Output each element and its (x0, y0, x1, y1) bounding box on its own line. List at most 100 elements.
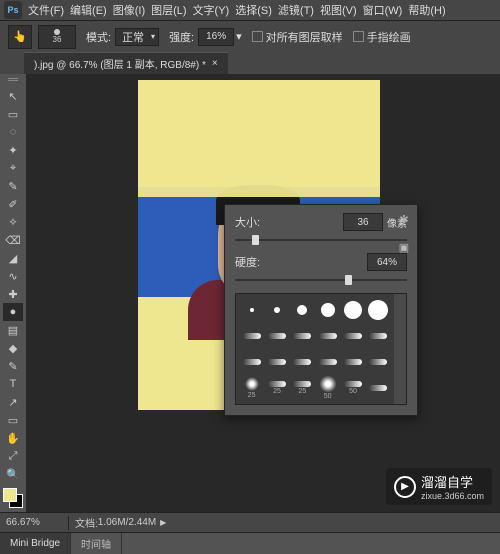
tool-5[interactable]: ✎ (3, 177, 23, 195)
finger-paint-label: 手指绘画 (367, 29, 411, 45)
tool-6[interactable]: ✐ (3, 195, 23, 213)
tool-4[interactable]: ⌖ (3, 159, 23, 177)
watermark-title: 溜溜自学 (421, 472, 484, 491)
brush-preset[interactable] (240, 350, 263, 374)
brush-preset[interactable] (367, 324, 390, 348)
current-tool-icon[interactable]: 👆 (8, 25, 32, 49)
tool-16[interactable]: T (3, 375, 23, 393)
canvas-area[interactable]: ✻ ▣ 大小: 像素 硬度: 2525255050 (26, 74, 500, 512)
brush-preset-picker[interactable]: 36 (38, 25, 76, 49)
brush-preset[interactable] (240, 324, 263, 348)
size-input[interactable] (343, 213, 383, 231)
menu-type[interactable]: 文字(Y) (193, 2, 230, 18)
preset-scrollbar[interactable] (394, 294, 406, 404)
status-bar: 66.67% 文档: 1.06M/2.44M ▶ (0, 512, 500, 532)
brush-preset[interactable] (265, 298, 288, 322)
brush-size-chip: 36 (53, 35, 62, 44)
menu-edit[interactable]: 编辑(E) (70, 2, 107, 18)
brush-preset[interactable]: 50 (341, 376, 364, 400)
brush-preset[interactable] (316, 350, 339, 374)
tool-9[interactable]: ◢ (3, 249, 23, 267)
size-slider[interactable] (235, 235, 407, 245)
toolbox: ↖▭◌✦⌖✎✐⟡⌫◢∿✚●▤◆✎T↗▭✋⤢🔍 (0, 74, 26, 512)
brush-preset[interactable] (367, 298, 390, 322)
brush-preset[interactable] (291, 350, 314, 374)
menu-help[interactable]: 帮助(H) (408, 2, 445, 18)
tool-21[interactable]: 🔍 (3, 465, 23, 483)
hardness-slider[interactable] (235, 275, 407, 285)
tool-3[interactable]: ✦ (3, 141, 23, 159)
mode-label: 模式: (86, 29, 111, 45)
finger-paint-checkbox[interactable] (353, 31, 364, 42)
tool-0[interactable]: ↖ (3, 87, 23, 105)
menu-bar: Ps 文件(F) 编辑(E) 图像(I) 图层(L) 文字(Y) 选择(S) 滤… (0, 0, 500, 20)
strength-input[interactable] (198, 28, 234, 46)
tool-8[interactable]: ⌫ (3, 231, 23, 249)
document-tab[interactable]: ).jpg @ 66.7% (图层 1 副本, RGB/8#) * × (24, 52, 228, 74)
menu-image[interactable]: 图像(I) (113, 2, 145, 18)
menu-window[interactable]: 窗口(W) (363, 2, 403, 18)
menu-layer[interactable]: 图层(L) (151, 2, 186, 18)
tab-mini-bridge[interactable]: Mini Bridge (0, 533, 71, 554)
color-swatch[interactable] (3, 488, 23, 508)
tool-13[interactable]: ▤ (3, 321, 23, 339)
docinfo-value: 1.06M/2.44M (98, 517, 156, 528)
tool-12[interactable]: ● (3, 303, 23, 321)
brush-preset[interactable] (291, 324, 314, 348)
brush-preset[interactable] (367, 350, 390, 374)
tool-11[interactable]: ✚ (3, 285, 23, 303)
brush-preset[interactable]: 25 (240, 376, 263, 400)
docinfo-dropdown-icon[interactable]: ▶ (160, 518, 166, 527)
brush-settings-panel: ✻ ▣ 大小: 像素 硬度: 2525255050 (224, 204, 418, 416)
brush-preset[interactable] (316, 324, 339, 348)
tool-19[interactable]: ✋ (3, 429, 23, 447)
brush-preset[interactable] (265, 324, 288, 348)
brush-preset[interactable] (341, 324, 364, 348)
strength-dropdown-icon[interactable]: ▾ (236, 30, 242, 43)
toolbox-grip[interactable] (8, 78, 18, 84)
brush-preset[interactable] (240, 298, 263, 322)
tool-2[interactable]: ◌ (3, 123, 23, 141)
brush-preset[interactable] (291, 298, 314, 322)
brush-preset[interactable]: 50 (316, 376, 339, 400)
hardness-input[interactable] (367, 253, 407, 271)
sample-all-label: 对所有图层取样 (266, 29, 343, 45)
fg-color-swatch[interactable] (3, 488, 17, 502)
brush-preset[interactable] (316, 298, 339, 322)
docinfo-label: 文档: (75, 515, 98, 530)
tool-1[interactable]: ▭ (3, 105, 23, 123)
brush-preset[interactable] (367, 376, 390, 400)
watermark-subtitle: zixue.3d66.com (421, 491, 484, 501)
size-label: 大小: (235, 214, 273, 230)
brush-preset[interactable] (265, 350, 288, 374)
menu-view[interactable]: 视图(V) (320, 2, 357, 18)
brush-preset[interactable]: 25 (291, 376, 314, 400)
document-tab-bar: ).jpg @ 66.7% (图层 1 副本, RGB/8#) * × (0, 52, 500, 74)
brush-preset-grid: 2525255050 (235, 293, 407, 405)
menu-filter[interactable]: 滤镜(T) (278, 2, 314, 18)
app-logo: Ps (4, 1, 22, 19)
play-icon: ▶ (394, 476, 416, 498)
hardness-label: 硬度: (235, 254, 273, 270)
close-icon[interactable]: × (212, 58, 218, 69)
zoom-level[interactable]: 66.67% (6, 517, 62, 528)
brush-preset[interactable] (341, 350, 364, 374)
tool-14[interactable]: ◆ (3, 339, 23, 357)
tab-timeline[interactable]: 时间轴 (71, 533, 122, 554)
menu-file[interactable]: 文件(F) (28, 2, 64, 18)
tool-20[interactable]: ⤢ (3, 447, 23, 465)
sample-all-checkbox[interactable] (252, 31, 263, 42)
tool-7[interactable]: ⟡ (3, 213, 23, 231)
footer-panel-tabs: Mini Bridge 时间轴 (0, 532, 500, 554)
document-tab-title: ).jpg @ 66.7% (图层 1 副本, RGB/8#) * (34, 56, 206, 71)
mode-dropdown[interactable]: 正常 (115, 28, 159, 46)
tool-15[interactable]: ✎ (3, 357, 23, 375)
tool-10[interactable]: ∿ (3, 267, 23, 285)
panel-menu-icon[interactable]: ✻ (397, 213, 411, 227)
brush-preset[interactable]: 25 (265, 376, 288, 400)
tool-17[interactable]: ↗ (3, 393, 23, 411)
brush-preset[interactable] (341, 298, 364, 322)
workspace: ↖▭◌✦⌖✎✐⟡⌫◢∿✚●▤◆✎T↗▭✋⤢🔍 ✻ ▣ 大小: 像素 (0, 74, 500, 512)
tool-18[interactable]: ▭ (3, 411, 23, 429)
menu-select[interactable]: 选择(S) (235, 2, 272, 18)
